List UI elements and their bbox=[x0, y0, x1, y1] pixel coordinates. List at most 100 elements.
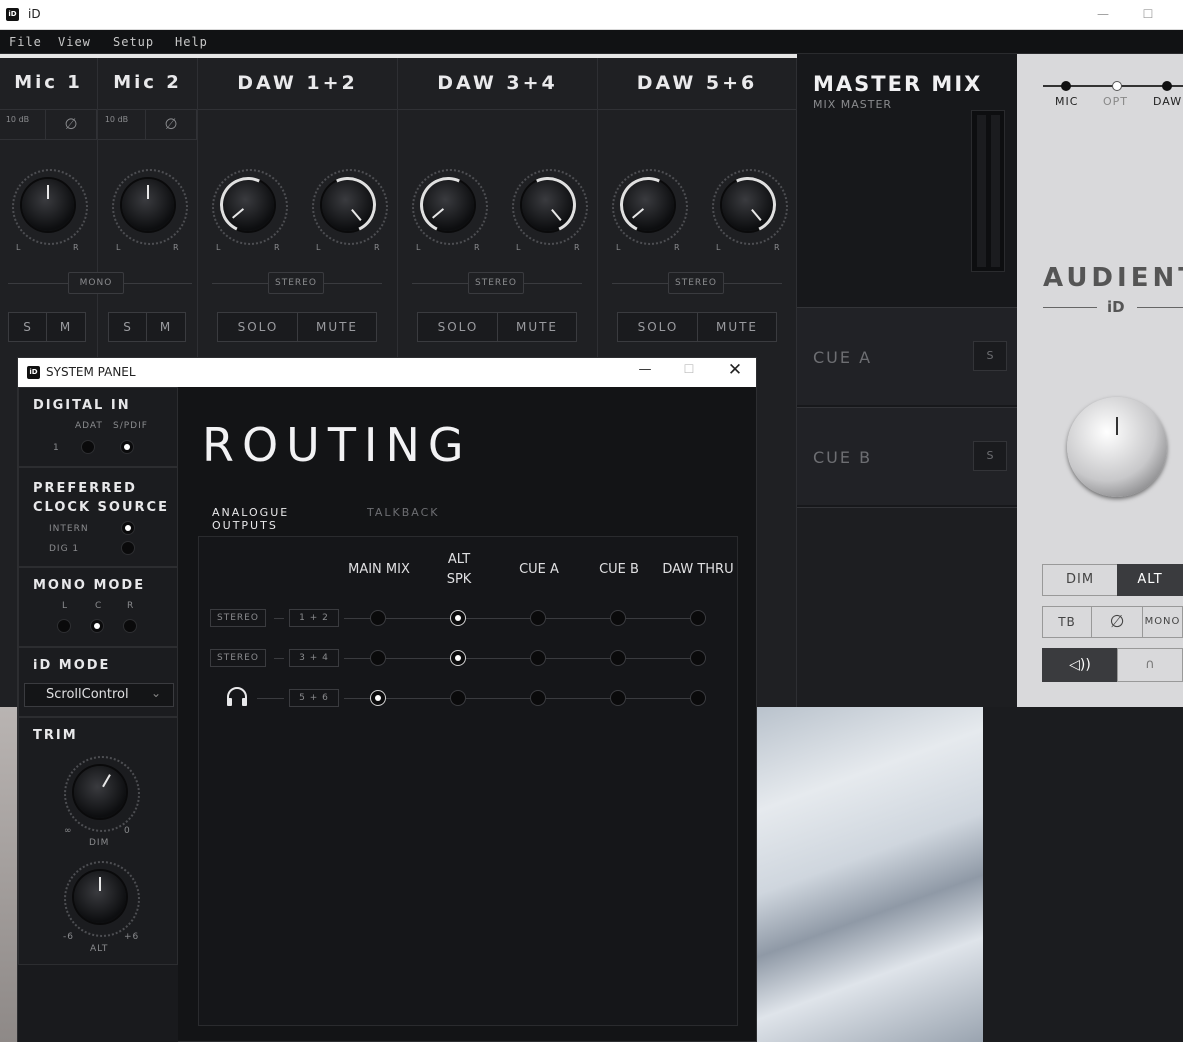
route-dot[interactable] bbox=[370, 610, 386, 626]
pan-knob-right[interactable] bbox=[712, 169, 788, 245]
row-pair: 5 + 6 bbox=[289, 689, 339, 707]
minimize-icon[interactable]: — bbox=[1088, 4, 1118, 24]
tab-analogue-outputs[interactable]: ANALOGUE OUTPUTS bbox=[198, 504, 347, 538]
channel-name: DAW 1+2 bbox=[237, 72, 358, 94]
route-dot[interactable] bbox=[530, 690, 546, 706]
phase-icon[interactable]: ∅ bbox=[1091, 606, 1143, 638]
mute-button[interactable]: MUTE bbox=[697, 312, 777, 342]
solo-button[interactable]: S bbox=[8, 312, 48, 342]
dim-trim-knob[interactable] bbox=[64, 756, 140, 832]
route-dot[interactable] bbox=[450, 690, 466, 706]
pan-knob[interactable] bbox=[112, 169, 188, 245]
stereo-mode-button[interactable]: STEREO bbox=[268, 272, 324, 294]
mute-button[interactable]: M bbox=[146, 312, 186, 342]
mono-mode-heading: MONO MODE bbox=[33, 578, 146, 593]
dim-button[interactable]: DIM bbox=[1042, 564, 1118, 596]
brand-logo: AUDIENT bbox=[1043, 263, 1183, 293]
route-dot[interactable] bbox=[370, 650, 386, 666]
dig-radio[interactable] bbox=[121, 541, 135, 555]
menu-help[interactable]: Help bbox=[175, 35, 208, 49]
cue-a-solo-button[interactable]: S bbox=[973, 341, 1007, 371]
route-dot[interactable] bbox=[690, 610, 706, 626]
maximize-icon[interactable]: ☐ bbox=[674, 362, 704, 382]
channel-name: DAW 3+4 bbox=[437, 72, 558, 94]
speaker-icon[interactable]: ◁)) bbox=[1042, 648, 1118, 682]
input-opt-led[interactable] bbox=[1112, 81, 1122, 91]
route-dot-selected[interactable] bbox=[450, 610, 466, 626]
pan-knob-right[interactable] bbox=[312, 169, 388, 245]
route-dot[interactable] bbox=[530, 650, 546, 666]
pan-knob-left[interactable] bbox=[612, 169, 688, 245]
input-daw-label: DAW bbox=[1153, 95, 1183, 108]
mono-c-radio[interactable] bbox=[90, 619, 104, 633]
mono-l-radio[interactable] bbox=[57, 619, 71, 633]
pan-knob-right[interactable] bbox=[512, 169, 588, 245]
pad-button[interactable]: 10 dB bbox=[98, 110, 146, 140]
pan-right-label: R bbox=[374, 243, 380, 252]
pad-button[interactable]: 10 dB bbox=[0, 110, 46, 140]
pan-right-label: R bbox=[474, 243, 480, 252]
route-dot[interactable] bbox=[690, 690, 706, 706]
app-logo-icon: iD bbox=[6, 8, 19, 21]
menu-view[interactable]: View bbox=[58, 35, 91, 49]
route-dot[interactable] bbox=[610, 650, 626, 666]
desktop-wallpaper-image bbox=[757, 707, 983, 1042]
pan-knob-left[interactable] bbox=[412, 169, 488, 245]
route-dot-selected[interactable] bbox=[450, 650, 466, 666]
route-dot[interactable] bbox=[530, 610, 546, 626]
input-mic-label: MIC bbox=[1055, 95, 1079, 108]
solo-button[interactable]: SOLO bbox=[617, 312, 699, 342]
maximize-icon[interactable]: ☐ bbox=[1133, 4, 1163, 24]
menu-setup[interactable]: Setup bbox=[113, 35, 154, 49]
pan-left-label: L bbox=[116, 243, 121, 252]
mute-button[interactable]: M bbox=[46, 312, 86, 342]
phase-invert-icon[interactable]: ∅ bbox=[46, 110, 97, 140]
route-dot[interactable] bbox=[690, 650, 706, 666]
volume-knob[interactable] bbox=[1067, 397, 1167, 497]
input-daw-led[interactable] bbox=[1162, 81, 1172, 91]
routing-grid: MAIN MIX ALT SPK CUE A CUE B DAW THRU ST… bbox=[198, 536, 738, 1026]
clock-heading-2: CLOCK SOURCE bbox=[33, 500, 169, 515]
alt-button[interactable]: ALT bbox=[1117, 564, 1183, 596]
clock-heading-1: PREFERRED bbox=[33, 481, 137, 496]
mono-mode-button[interactable]: MONO bbox=[68, 272, 124, 294]
stereo-mode-button[interactable]: STEREO bbox=[468, 272, 524, 294]
input-mic-led[interactable] bbox=[1061, 81, 1071, 91]
id-mode-select[interactable]: ScrollControl ⌄ bbox=[24, 683, 174, 707]
digital-in-section: DIGITAL IN ADAT S/PDIF 1 bbox=[18, 387, 178, 467]
route-dot-selected[interactable] bbox=[370, 690, 386, 706]
col-cue-b: CUE B bbox=[599, 562, 639, 577]
solo-button[interactable]: SOLO bbox=[217, 312, 299, 342]
route-dot[interactable] bbox=[610, 690, 626, 706]
pan-knob[interactable] bbox=[12, 169, 88, 245]
system-panel-titlebar: iD SYSTEM PANEL — ☐ ✕ bbox=[18, 358, 756, 387]
adat-radio[interactable] bbox=[81, 440, 95, 454]
route-dot[interactable] bbox=[610, 610, 626, 626]
headphones-icon[interactable]: ∩ bbox=[1117, 648, 1183, 682]
system-panel-window: iD SYSTEM PANEL — ☐ ✕ DIGITAL IN ADAT S/… bbox=[17, 357, 757, 1042]
digital-in-number: 1 bbox=[53, 443, 60, 453]
pan-knob-left[interactable] bbox=[212, 169, 288, 245]
alt-trim-knob[interactable] bbox=[64, 861, 140, 937]
menu-file[interactable]: File bbox=[9, 35, 42, 49]
mute-button[interactable]: MUTE bbox=[497, 312, 577, 342]
minimize-icon[interactable]: — bbox=[630, 362, 660, 382]
mute-button[interactable]: MUTE bbox=[297, 312, 377, 342]
master-title: MASTER MIX bbox=[813, 72, 983, 96]
stereo-mode-button[interactable]: STEREO bbox=[668, 272, 724, 294]
master-lower-area bbox=[797, 507, 1017, 707]
tab-talkback[interactable]: TALKBACK bbox=[347, 504, 448, 538]
phase-invert-icon[interactable]: ∅ bbox=[146, 110, 197, 140]
solo-button[interactable]: S bbox=[108, 312, 148, 342]
mono-button[interactable]: MONO bbox=[1142, 606, 1183, 638]
mono-r-radio[interactable] bbox=[123, 619, 137, 633]
spdif-radio[interactable] bbox=[120, 440, 134, 454]
talkback-button[interactable]: TB bbox=[1042, 606, 1092, 638]
col-daw-thru: DAW THRU bbox=[662, 562, 734, 577]
model-logo: iD bbox=[1107, 298, 1125, 316]
cue-b-solo-button[interactable]: S bbox=[973, 441, 1007, 471]
channel-name: DAW 5+6 bbox=[636, 72, 758, 94]
intern-radio[interactable] bbox=[121, 521, 135, 535]
solo-button[interactable]: SOLO bbox=[417, 312, 499, 342]
close-icon[interactable]: ✕ bbox=[720, 360, 750, 382]
